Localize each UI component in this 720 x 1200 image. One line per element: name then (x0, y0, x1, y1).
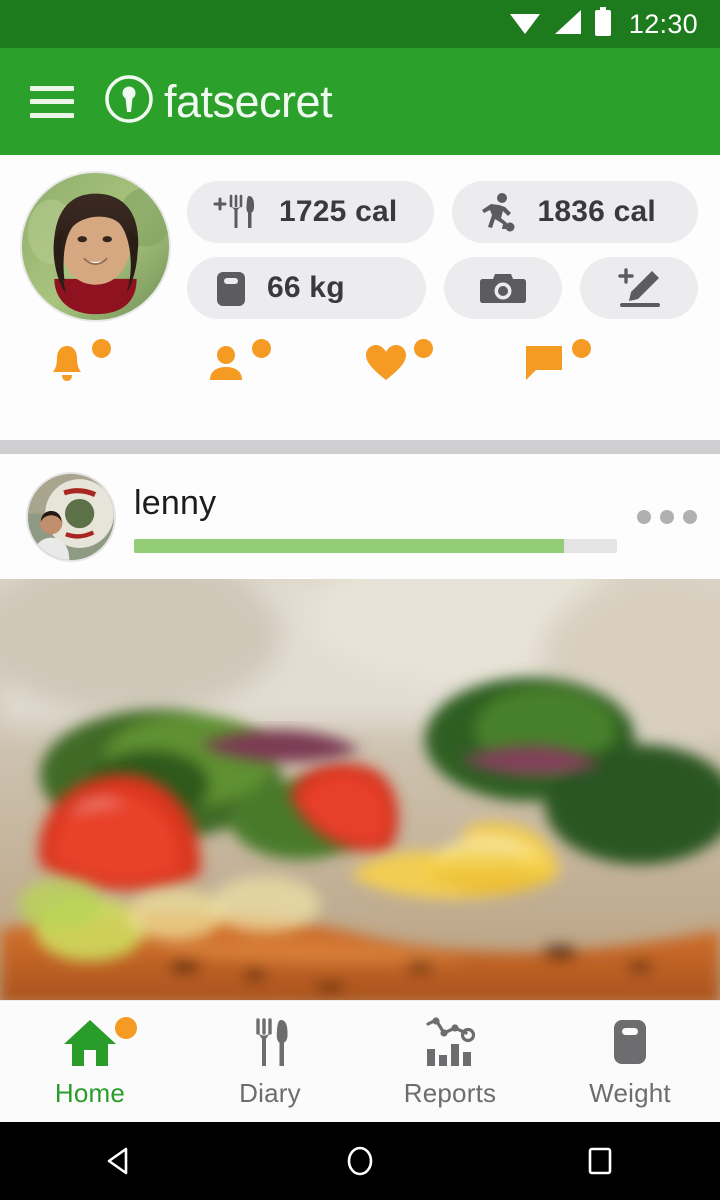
brand-name: fatsecret (164, 76, 333, 127)
weight-scale-icon (213, 268, 249, 308)
post-progress-bar (134, 539, 617, 553)
nav-item-diary[interactable]: Diary (180, 1015, 360, 1109)
comments-action[interactable] (522, 339, 680, 389)
fatsecret-keyhole-logo-icon (104, 74, 154, 129)
weight-pill[interactable]: 66 kg (187, 257, 426, 319)
calories-burned-pill[interactable]: 1836 cal (451, 181, 698, 243)
wifi-icon (508, 8, 542, 41)
section-divider (0, 440, 720, 454)
likes-badge (414, 339, 433, 358)
diary-fork-knife-icon (247, 1015, 293, 1071)
add-note-pencil-icon (614, 267, 664, 309)
bottom-navigation: Home Diary Reports Weight (0, 1000, 720, 1122)
summary-card: 1725 cal 1836 cal 66 kg (0, 155, 720, 440)
bell-notification-icon (48, 339, 111, 389)
battery-icon (594, 6, 612, 42)
likes-action[interactable] (364, 339, 522, 389)
weight-value: 66 kg (267, 271, 345, 304)
weight-scale-nav-icon (607, 1015, 653, 1071)
friends-action[interactable] (206, 339, 364, 389)
comments-badge (572, 339, 591, 358)
nav-item-reports[interactable]: Reports (360, 1015, 540, 1109)
app-bar: fatsecret (0, 48, 720, 162)
signal-icon (553, 8, 583, 41)
android-navigation-bar (0, 1122, 720, 1200)
person-friends-icon (206, 339, 271, 389)
nav-label-reports: Reports (403, 1077, 497, 1108)
hamburger-menu-icon[interactable] (30, 85, 74, 118)
post-header: lenny (0, 454, 720, 579)
heart-likes-icon (364, 339, 433, 387)
friends-badge (252, 339, 271, 358)
add-food-fork-knife-icon (213, 192, 261, 232)
quick-actions-row (22, 339, 698, 389)
post-body: lenny (134, 480, 617, 553)
post-avatar[interactable] (28, 473, 114, 560)
post-progress-fill (134, 539, 564, 553)
avatar[interactable] (22, 173, 169, 320)
add-note-pill[interactable] (580, 257, 698, 319)
brand: fatsecret (104, 74, 333, 129)
nav-label-weight: Weight (589, 1077, 671, 1108)
notifications-action[interactable] (48, 339, 206, 389)
home-icon (61, 1015, 137, 1071)
app-screen: 12:30 fatsecret 1725 cal 1836 cal 66 kg … (0, 0, 720, 1200)
nav-item-home[interactable]: Home (0, 1015, 180, 1109)
post-food-image[interactable] (0, 579, 720, 1000)
recents-square-icon[interactable] (480, 1143, 720, 1179)
speech-bubble-comments-icon (522, 339, 591, 387)
more-options-dots-icon[interactable] (637, 509, 705, 524)
status-bar-time: 12:30 (628, 8, 698, 39)
home-badge (115, 1016, 137, 1039)
back-triangle-icon[interactable] (0, 1143, 240, 1179)
nav-item-weight[interactable]: Weight (540, 1015, 720, 1109)
exercise-running-icon (478, 191, 520, 233)
nav-label-home: Home (54, 1077, 126, 1108)
summary-top-row: 1725 cal 1836 cal 66 kg (22, 173, 698, 320)
calories-consumed-value: 1725 cal (279, 195, 398, 228)
camera-pill[interactable] (444, 257, 562, 319)
post-username[interactable]: lenny (134, 484, 617, 523)
calories-burned-value: 1836 cal (537, 195, 656, 228)
home-circle-icon[interactable] (240, 1143, 480, 1179)
calories-consumed-pill[interactable]: 1725 cal (187, 181, 434, 243)
nav-label-diary: Diary (239, 1077, 301, 1108)
notifications-badge (92, 339, 111, 358)
stat-pill-row-1: 1725 cal 1836 cal (187, 181, 698, 243)
reports-chart-icon (422, 1015, 478, 1071)
stat-pills: 1725 cal 1836 cal 66 kg (187, 173, 698, 320)
stat-pill-row-2: 66 kg (187, 257, 698, 319)
status-bar: 12:30 (0, 0, 720, 48)
camera-icon (478, 268, 528, 308)
